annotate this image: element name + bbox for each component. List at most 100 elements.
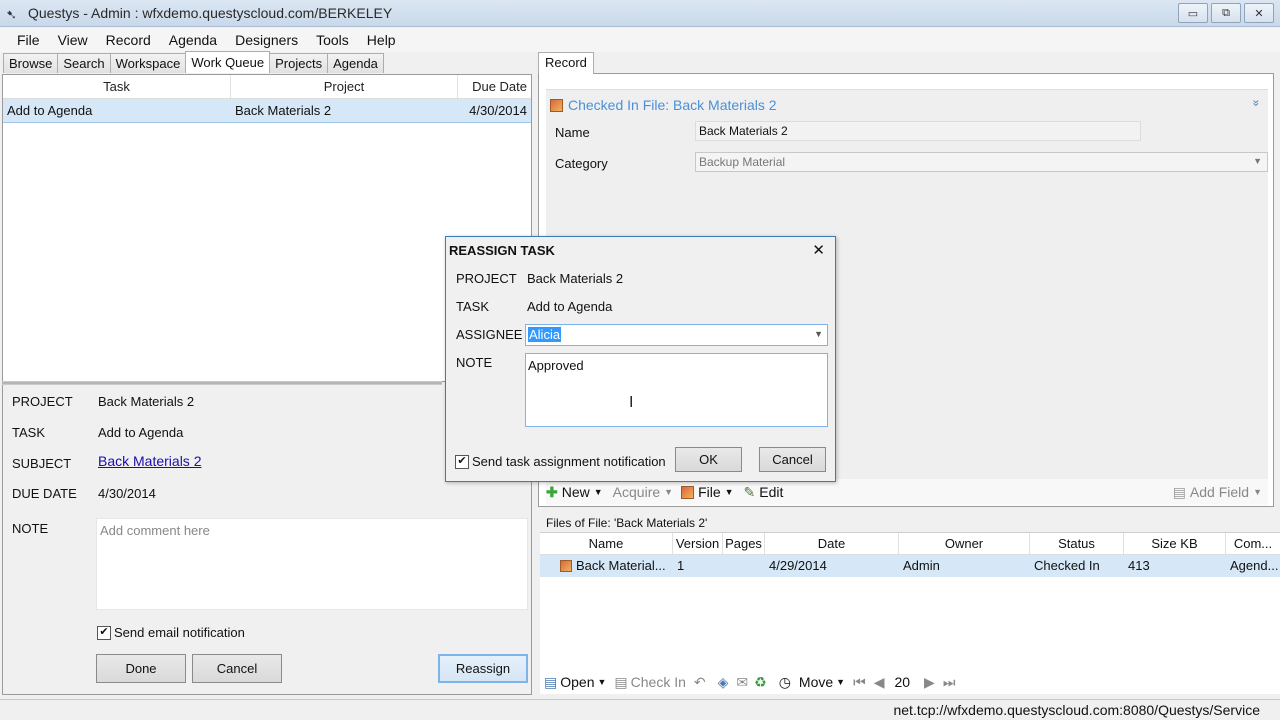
prev-page-icon[interactable]: ◀ [874, 674, 885, 691]
menu-record[interactable]: Record [97, 32, 160, 48]
files-label: Files of File: 'Back Materials 2' [546, 516, 708, 530]
restore-button[interactable]: ⧉ [1211, 3, 1241, 23]
email-notification-label: Send email notification [114, 625, 245, 640]
chevron-down-icon: ▼ [597, 677, 607, 687]
column-due-date[interactable]: Due Date [458, 75, 531, 98]
cell-status: Checked In [1034, 558, 1100, 573]
last-page-icon[interactable]: ⏭ [943, 674, 956, 691]
task-notification-checkbox[interactable]: ✔ Send task assignment notification [455, 454, 666, 469]
email-notification-checkbox[interactable]: ✔ Send email notification [97, 625, 245, 640]
edit-icon: ✎ [743, 483, 756, 500]
tab-workspace[interactable]: Workspace [109, 53, 187, 73]
record-heading: Checked In File: Back Materials 2 [550, 97, 777, 113]
assignee-label: ASSIGNEE [456, 327, 523, 342]
cell-owner: Admin [903, 558, 940, 573]
cell-name: Back Material... [540, 555, 673, 577]
due-date-value: 4/30/2014 [98, 486, 156, 501]
add-field-icon: ▤ [1172, 483, 1186, 500]
cell-pages [723, 555, 765, 577]
record-heading-text: Checked In File: Back Materials 2 [568, 97, 777, 113]
new-button[interactable]: New [562, 484, 590, 500]
menu-bar: File View Record Agenda Designers Tools … [0, 28, 1280, 52]
category-dropdown[interactable]: Backup Material ▼ [695, 152, 1268, 172]
file-icon [681, 485, 695, 499]
status-bar: net.tcp://wfxdemo.questyscloud.com:8080/… [0, 699, 1280, 720]
next-page-icon[interactable]: ▶ [924, 674, 935, 691]
tab-agenda[interactable]: Agenda [327, 53, 384, 73]
cell-due-date: 4/30/2014 [469, 103, 527, 118]
chevron-down-icon: ▼ [1253, 156, 1262, 166]
menu-help[interactable]: Help [358, 32, 405, 48]
table-row[interactable]: Add to Agenda Back Materials 2 4/30/2014 [3, 99, 531, 123]
dialog-cancel-button[interactable]: Cancel [759, 447, 826, 472]
menu-file[interactable]: File [8, 32, 49, 48]
undo-checkout-icon[interactable]: ↶ [694, 674, 706, 691]
dialog-note-input[interactable]: Approved [525, 353, 828, 427]
close-icon[interactable]: ✕ [812, 241, 825, 259]
menu-agenda[interactable]: Agenda [160, 32, 226, 48]
category-value: Backup Material [699, 155, 786, 169]
check-in-button[interactable]: Check In [631, 674, 686, 690]
plus-icon: ✚ [546, 483, 558, 500]
column-version[interactable]: Version [673, 533, 723, 554]
column-status[interactable]: Status [1030, 533, 1124, 554]
collapse-icon[interactable]: » [1250, 100, 1264, 107]
column-date[interactable]: Date [765, 533, 899, 554]
open-button[interactable]: Open [560, 674, 594, 690]
tab-projects[interactable]: Projects [269, 53, 329, 73]
assignee-dropdown[interactable]: Alicia ▼ [525, 324, 828, 346]
menu-designers[interactable]: Designers [226, 32, 307, 48]
page-number[interactable]: 20 [894, 674, 910, 690]
history-icon[interactable]: ◷ [779, 674, 791, 691]
add-field-button[interactable]: Add Field [1190, 484, 1249, 500]
table-row[interactable]: Back Material... 1 4/29/2014 Admin Check… [540, 555, 1280, 577]
tab-record[interactable]: Record [538, 52, 594, 74]
menu-view[interactable]: View [49, 32, 97, 48]
cell-comment: Agend... [1230, 558, 1279, 573]
column-comment[interactable]: Com... [1226, 533, 1280, 554]
reassign-button[interactable]: Reassign [438, 654, 528, 683]
close-window-button[interactable]: ✕ [1244, 3, 1274, 23]
note-input[interactable]: Add comment here [96, 518, 528, 610]
file-icon [550, 98, 563, 112]
column-task[interactable]: Task [3, 75, 231, 98]
chevron-down-icon: ▼ [1253, 487, 1262, 497]
mail-icon[interactable]: ✉ [736, 674, 748, 691]
subject-link[interactable]: Back Materials 2 [98, 453, 201, 469]
done-button[interactable]: Done [96, 654, 186, 683]
check-in-icon: ▤ [614, 673, 628, 690]
move-button[interactable]: Move [799, 674, 833, 690]
ok-button[interactable]: OK [675, 447, 742, 472]
chevron-down-icon: ▼ [664, 487, 674, 497]
cell-task: Add to Agenda [7, 103, 93, 118]
scan-icon[interactable]: ◈ [718, 674, 729, 691]
file-icon [560, 560, 572, 572]
column-project[interactable]: Project [231, 75, 458, 98]
acquire-button[interactable]: Acquire [613, 484, 660, 500]
column-size[interactable]: Size KB [1124, 533, 1226, 554]
files-grid: Name Version Pages Date Owner Status Siz… [540, 532, 1280, 692]
file-menu-button[interactable]: File [698, 484, 721, 500]
cell-version: 1 [677, 558, 685, 573]
subject-label: SUBJECT [12, 456, 72, 471]
name-field[interactable]: Back Materials 2 [695, 121, 1141, 141]
minimize-button[interactable]: ▭ [1178, 3, 1208, 23]
project-label: PROJECT [12, 394, 73, 409]
menu-tools[interactable]: Tools [307, 32, 358, 48]
due-date-label: DUE DATE [12, 486, 77, 501]
tab-browse[interactable]: Browse [3, 53, 59, 73]
recycle-icon[interactable]: ♻ [754, 674, 767, 691]
edit-button[interactable]: Edit [759, 484, 783, 500]
column-owner[interactable]: Owner [899, 533, 1030, 554]
tab-search[interactable]: Search [57, 53, 111, 73]
column-name[interactable]: Name [540, 533, 673, 554]
first-page-icon[interactable]: ⏮ [853, 674, 866, 691]
chevron-down-icon: ▼ [814, 329, 823, 339]
cancel-button[interactable]: Cancel [192, 654, 282, 683]
dialog-note-label: NOTE [456, 355, 493, 370]
column-pages[interactable]: Pages [723, 533, 765, 554]
dialog-task-value: Add to Agenda [527, 299, 613, 314]
text-cursor-icon: I [629, 394, 634, 411]
reassign-task-dialog: REASSIGN TASK ✕ PROJECT Back Materials 2… [445, 236, 836, 482]
tab-work-queue[interactable]: Work Queue [185, 51, 271, 73]
